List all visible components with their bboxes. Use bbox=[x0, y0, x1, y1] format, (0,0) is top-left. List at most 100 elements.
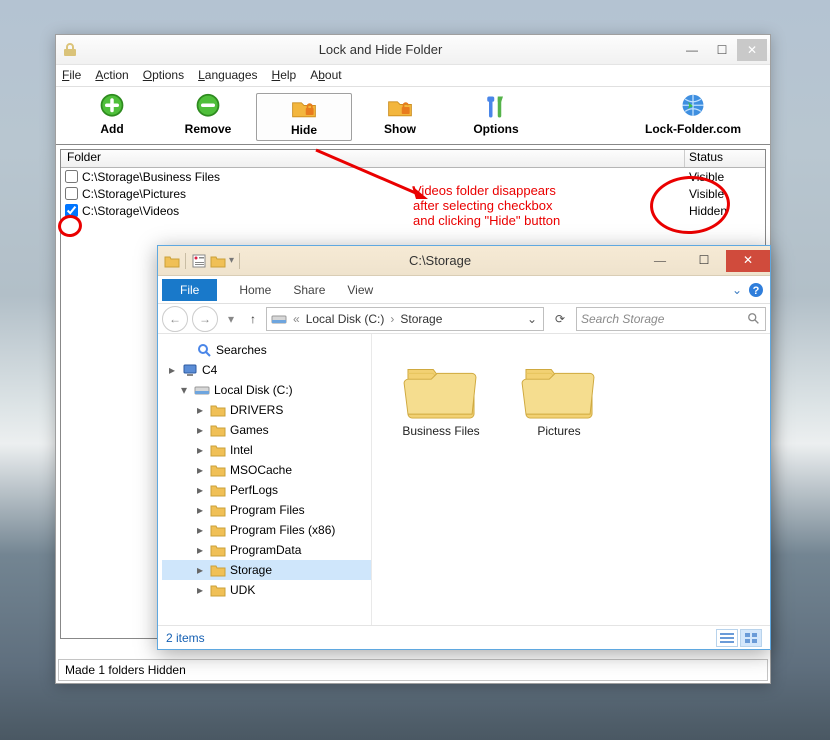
column-folder[interactable]: Folder bbox=[61, 150, 685, 167]
computer-icon bbox=[182, 362, 198, 378]
qat-properties-icon[interactable] bbox=[191, 253, 207, 269]
row-status: Hidden bbox=[685, 204, 765, 218]
nav-tree[interactable]: Searches ▸ C4 ▾ Local Disk (C:) ▸DRIVERS… bbox=[158, 334, 372, 625]
ribbon-expand-icon[interactable]: ⌄ bbox=[732, 283, 742, 297]
show-button[interactable]: Show bbox=[352, 93, 448, 141]
ribbon-view-tab[interactable]: View bbox=[347, 283, 373, 297]
status-text: Made 1 folders Hidden bbox=[65, 663, 186, 677]
item-count: 2 items bbox=[166, 631, 205, 645]
folder-icon bbox=[210, 522, 226, 538]
qat-newfolder-icon[interactable] bbox=[210, 253, 226, 269]
maximize-button[interactable]: ☐ bbox=[707, 39, 737, 61]
breadcrumb-disk[interactable]: Local Disk (C:) bbox=[306, 312, 385, 326]
tree-item[interactable]: ▸Program Files bbox=[162, 500, 371, 520]
folder-icon bbox=[210, 542, 226, 558]
search-icon bbox=[747, 312, 761, 326]
tree-item[interactable]: Local Disk (C:) bbox=[214, 383, 293, 397]
menu-languages[interactable]: Languages bbox=[198, 68, 257, 83]
row-checkbox[interactable] bbox=[65, 204, 78, 217]
row-checkbox[interactable] bbox=[65, 187, 78, 200]
large-folder-icon bbox=[520, 352, 598, 420]
plus-icon bbox=[98, 93, 126, 121]
options-button[interactable]: Options bbox=[448, 93, 544, 141]
menubar: File Action Options Languages Help About bbox=[56, 65, 770, 87]
up-button[interactable]: ↑ bbox=[244, 306, 262, 332]
annotation-text-1: Videos folder disappears after selecting… bbox=[413, 184, 613, 229]
minimize-button[interactable]: — bbox=[677, 39, 707, 61]
breadcrumb-folder[interactable]: Storage bbox=[400, 312, 442, 326]
explorer-title: C:\Storage bbox=[242, 253, 638, 268]
window-title: Lock and Hide Folder bbox=[84, 42, 677, 57]
ribbon-home-tab[interactable]: Home bbox=[239, 283, 271, 297]
folder-lock-icon bbox=[290, 94, 318, 122]
tree-item[interactable]: C4 bbox=[202, 363, 217, 377]
list-icon bbox=[720, 632, 734, 644]
tree-item[interactable]: ▸PerfLogs bbox=[162, 480, 371, 500]
minus-icon bbox=[194, 93, 222, 121]
explorer-maximize-button[interactable]: ☐ bbox=[682, 250, 726, 272]
folder-unlock-icon bbox=[386, 93, 414, 121]
tree-item[interactable]: ▸Games bbox=[162, 420, 371, 440]
titlebar[interactable]: Lock and Hide Folder — ☐ ✕ bbox=[56, 35, 770, 65]
tree-item[interactable]: Searches bbox=[216, 343, 267, 357]
close-button[interactable]: ✕ bbox=[737, 39, 767, 61]
folder-icon bbox=[210, 502, 226, 518]
view-icons-button[interactable] bbox=[740, 629, 762, 647]
tree-item[interactable]: ▸MSOCache bbox=[162, 460, 371, 480]
globe-icon bbox=[679, 93, 707, 121]
view-details-button[interactable] bbox=[716, 629, 738, 647]
column-headers: Folder Status bbox=[61, 150, 765, 168]
menu-file[interactable]: File bbox=[62, 68, 81, 83]
explorer-window: ▾ C:\Storage — ☐ ✕ File Home Share View … bbox=[157, 245, 771, 650]
row-status: Visible bbox=[685, 170, 765, 184]
remove-button[interactable]: Remove bbox=[160, 93, 256, 141]
menu-options[interactable]: Options bbox=[143, 68, 184, 83]
row-checkbox[interactable] bbox=[65, 170, 78, 183]
hide-button[interactable]: Hide bbox=[256, 93, 352, 141]
search-input[interactable]: Search Storage bbox=[576, 307, 766, 331]
help-icon[interactable]: ? bbox=[748, 282, 764, 298]
drive-icon bbox=[194, 382, 210, 398]
app-icon bbox=[62, 42, 78, 58]
row-path: C:\Storage\Business Files bbox=[82, 170, 685, 184]
svg-text:?: ? bbox=[753, 285, 760, 297]
back-button[interactable]: ← bbox=[162, 306, 188, 332]
recent-button[interactable]: ▾ bbox=[222, 306, 240, 332]
folder-icon bbox=[210, 442, 226, 458]
website-button[interactable]: Lock-Folder.com bbox=[618, 93, 768, 141]
menu-action[interactable]: Action bbox=[95, 68, 128, 83]
explorer-icon bbox=[164, 253, 180, 269]
column-status[interactable]: Status bbox=[685, 150, 765, 167]
tree-item[interactable]: ▸DRIVERS bbox=[162, 400, 371, 420]
menu-about[interactable]: About bbox=[310, 68, 341, 83]
drive-icon bbox=[271, 311, 287, 327]
folder-icon bbox=[210, 482, 226, 498]
tree-item[interactable]: ▸ProgramData bbox=[162, 540, 371, 560]
menu-help[interactable]: Help bbox=[272, 68, 297, 83]
folder-icon bbox=[210, 462, 226, 478]
explorer-titlebar[interactable]: ▾ C:\Storage — ☐ ✕ bbox=[158, 246, 770, 276]
tree-item[interactable]: ▸UDK bbox=[162, 580, 371, 600]
grid-icon bbox=[744, 632, 758, 644]
ribbon-file-tab[interactable]: File bbox=[162, 279, 217, 301]
refresh-button[interactable]: ⟳ bbox=[548, 307, 572, 331]
tree-item[interactable]: ▸Storage bbox=[162, 560, 371, 580]
breadcrumb[interactable]: « Local Disk (C:) › Storage ⌄ bbox=[266, 307, 544, 331]
folder-icon bbox=[210, 582, 226, 598]
large-folder-icon bbox=[402, 352, 480, 420]
ribbon-share-tab[interactable]: Share bbox=[293, 283, 325, 297]
folder-icon bbox=[210, 402, 226, 418]
add-button[interactable]: Add bbox=[64, 93, 160, 141]
content-pane[interactable]: Business Files Pictures bbox=[372, 334, 770, 625]
explorer-close-button[interactable]: ✕ bbox=[726, 250, 770, 272]
tree-item[interactable]: ▸Intel bbox=[162, 440, 371, 460]
toolbar: Add Remove Hide Show Options Lock-Folder… bbox=[56, 87, 770, 145]
statusbar: Made 1 folders Hidden bbox=[58, 659, 768, 681]
forward-button[interactable]: → bbox=[192, 306, 218, 332]
tools-icon bbox=[482, 93, 510, 121]
folder-item[interactable]: Pictures bbox=[520, 352, 598, 438]
navbar: ← → ▾ ↑ « Local Disk (C:) › Storage ⌄ ⟳ … bbox=[158, 304, 770, 334]
folder-item[interactable]: Business Files bbox=[402, 352, 480, 438]
tree-item[interactable]: ▸Program Files (x86) bbox=[162, 520, 371, 540]
explorer-minimize-button[interactable]: — bbox=[638, 250, 682, 272]
